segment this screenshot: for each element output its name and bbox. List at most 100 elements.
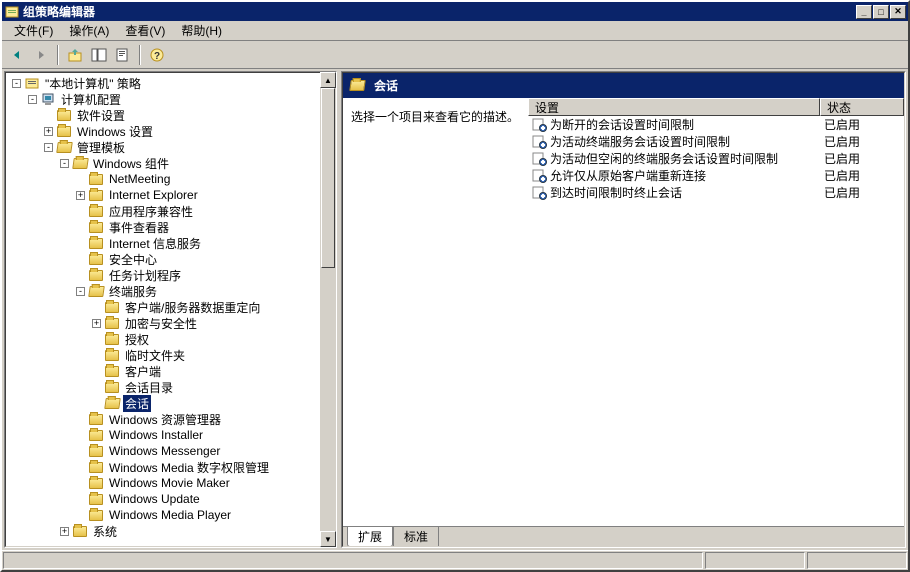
list-item[interactable]: 为断开的会话设置时间限制 已启用 [528,116,904,133]
content-area: -"本地计算机" 策略-计算机配置软件设置+Windows 设置-管理模板-Wi… [2,69,908,550]
tree-label: Windows 设置 [75,123,155,140]
menu-file[interactable]: 文件(F) [6,20,61,41]
tree-item[interactable]: 客户端 [8,363,333,379]
tree-scrollbar[interactable]: ▲ ▼ [320,72,336,547]
tree-label: Windows Movie Maker [107,476,232,490]
tree-toggle[interactable]: - [12,79,21,88]
close-button[interactable]: ✕ [890,5,906,19]
folder-icon [88,220,104,234]
tree-item[interactable]: Windows Media Player [8,507,333,523]
tree-label: Windows Installer [107,428,205,442]
column-status[interactable]: 状态 [820,98,904,116]
tree-toggle[interactable]: - [28,95,37,104]
tree-item[interactable]: NetMeeting [8,171,333,187]
tree-item[interactable]: Windows Messenger [8,443,333,459]
tree-toggle[interactable]: - [44,143,53,152]
tree-toggle[interactable]: - [76,287,85,296]
properties-button[interactable] [112,44,134,66]
setting-icon [532,117,547,132]
tree-toggle[interactable]: + [60,527,69,536]
tree-label: 应用程序兼容性 [107,203,195,220]
scroll-down-button[interactable]: ▼ [320,531,336,547]
tree-item[interactable]: Windows Media 数字权限管理 [8,459,333,475]
tree-label: 临时文件夹 [123,347,187,364]
list-item[interactable]: 到达时间限制时终止会话已启用 [528,184,904,201]
tree-label: Internet Explorer [107,188,200,202]
tree-item[interactable]: -计算机配置 [8,91,333,107]
menu-view[interactable]: 查看(V) [117,20,173,41]
folder-icon [88,444,104,458]
tree-toggle[interactable]: + [44,127,53,136]
setting-status: 已启用 [820,184,904,201]
tree-item[interactable]: -管理模板 [8,139,333,155]
tree-view[interactable]: -"本地计算机" 策略-计算机配置软件设置+Windows 设置-管理模板-Wi… [5,72,336,547]
tab-extended[interactable]: 扩展 [347,527,393,547]
setting-icon [532,134,547,149]
setting-status: 已启用 [820,133,904,150]
tree-label: 会话目录 [123,379,175,396]
titlebar[interactable]: 组策略编辑器 _ □ ✕ [2,2,908,21]
tree-item[interactable]: 任务计划程序 [8,267,333,283]
tree-item[interactable]: 安全中心 [8,251,333,267]
view-tabs: 扩展 标准 [343,526,904,546]
tree-label: 安全中心 [107,251,159,268]
folder-icon [88,172,104,186]
folder-icon [104,348,120,362]
menu-help[interactable]: 帮助(H) [173,20,230,41]
tree-toggle[interactable]: + [76,191,85,200]
setting-name: 为断开的会话设置时间限制 [550,116,694,133]
tree-toggle[interactable]: - [60,159,69,168]
menu-action[interactable]: 操作(A) [61,20,117,41]
tree-item[interactable]: + 系统 [8,523,333,539]
tree-item[interactable]: -终端服务 [8,283,333,299]
maximize-button[interactable]: □ [873,5,889,19]
forward-button[interactable] [30,44,52,66]
tree-item[interactable]: Windows Movie Maker [8,475,333,491]
up-button[interactable] [64,44,86,66]
tree-item[interactable]: 事件查看器 [8,219,333,235]
column-setting[interactable]: 设置 [528,98,820,116]
tree-pane: -"本地计算机" 策略-计算机配置软件设置+Windows 设置-管理模板-Wi… [4,71,337,548]
tree-item[interactable]: Internet 信息服务 [8,235,333,251]
scroll-thumb[interactable] [321,88,335,268]
details-header: 会话 [343,73,904,98]
tree-toggle[interactable]: + [92,319,101,328]
tree-item[interactable]: 授权 [8,331,333,347]
show-hide-tree-button[interactable] [88,44,110,66]
list-item[interactable]: 为活动但空闲的终端服务会话设置时间限制已启用 [528,150,904,167]
tree-label: Windows 资源管理器 [107,411,223,428]
tab-standard[interactable]: 标准 [393,527,439,547]
folder-icon [104,380,120,394]
setting-status: 已启用 [820,116,904,133]
tree-item[interactable]: 会话 [8,395,333,411]
minimize-button[interactable]: _ [856,5,872,19]
tree-item[interactable]: Windows Update [8,491,333,507]
back-button[interactable] [6,44,28,66]
tree-item[interactable]: 临时文件夹 [8,347,333,363]
comp-icon [40,92,56,106]
folder-icon [88,492,104,506]
tree-item[interactable]: 会话目录 [8,379,333,395]
setting-status: 已启用 [820,150,904,167]
folder-icon [88,476,104,490]
svg-text:?: ? [154,51,160,62]
tree-item[interactable]: -"本地计算机" 策略 [8,75,333,91]
tree-item[interactable]: + Internet Explorer [8,187,333,203]
tree-item[interactable]: +加密与安全性 [8,315,333,331]
tree-item[interactable]: 软件设置 [8,107,333,123]
folder-icon [56,124,72,138]
tree-item[interactable]: -Windows 组件 [8,155,333,171]
list-item[interactable]: 为活动终端服务会话设置时间限制已启用 [528,133,904,150]
tree-label: NetMeeting [107,172,172,186]
tree-item[interactable]: Windows Installer [8,427,333,443]
scroll-up-button[interactable]: ▲ [320,72,336,88]
tree-item[interactable]: 客户端/服务器数据重定向 [8,299,333,315]
setting-icon [532,151,547,166]
list-item[interactable]: 允许仅从原始客户端重新连接已启用 [528,167,904,184]
tree-item[interactable]: Windows 资源管理器 [8,411,333,427]
help-button[interactable]: ? [146,44,168,66]
tree-item[interactable]: 应用程序兼容性 [8,203,333,219]
tree-label: 系统 [91,523,119,540]
tree-item[interactable]: + Windows 设置 [8,123,333,139]
folder-icon [88,204,104,218]
